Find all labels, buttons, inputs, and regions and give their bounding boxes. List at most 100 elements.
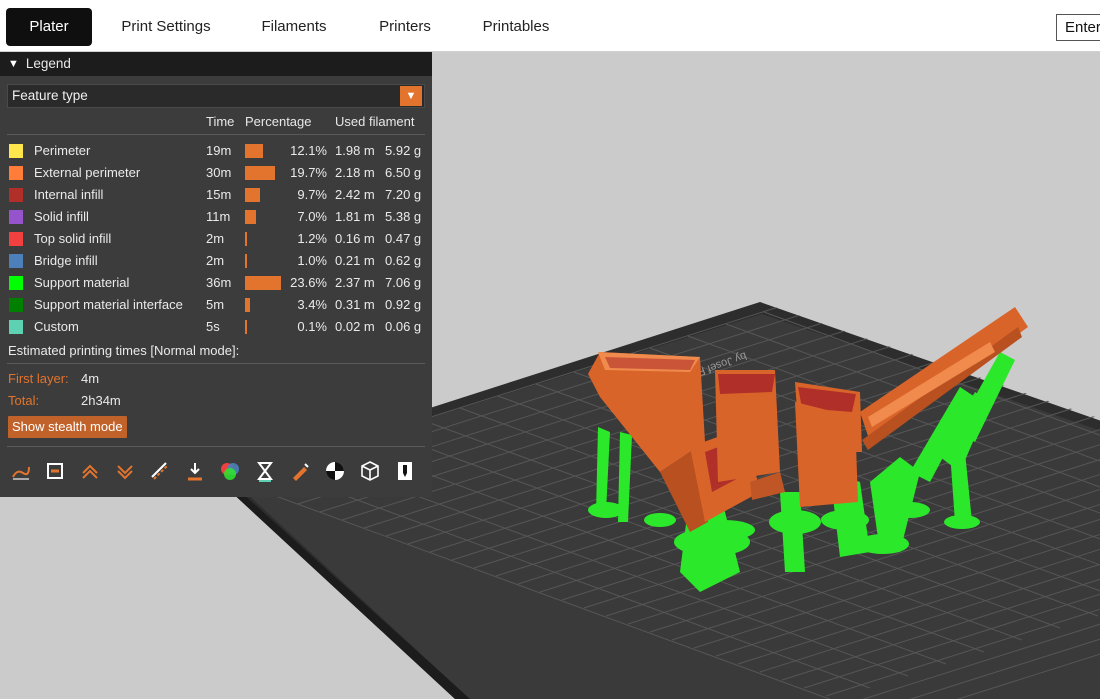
feature-percentage: 1.0%	[297, 253, 327, 268]
total-value: 2h34m	[81, 393, 121, 408]
mode-select[interactable]: Enter	[1056, 14, 1100, 41]
feature-percentage-bar	[245, 276, 281, 290]
legend-row[interactable]: Support material 36m 23.6% 2.37 m 7.06 g	[0, 272, 432, 294]
options-toolbar	[7, 457, 425, 487]
feature-name: Perimeter	[34, 143, 91, 158]
feature-length: 0.31 m	[335, 297, 375, 312]
tab-printers[interactable]: Printers	[366, 8, 444, 46]
feature-color-swatch	[9, 254, 23, 268]
feature-percentage: 23.6%	[290, 275, 327, 290]
center-of-gravity-icon[interactable]	[321, 457, 349, 485]
legend-row[interactable]: Custom 5s 0.1% 0.02 m 0.06 g	[0, 316, 432, 338]
used-filament-column-header: Used filament	[335, 114, 415, 129]
tab-printables[interactable]: Printables	[470, 8, 562, 46]
view-type-select[interactable]: Feature type ▼	[7, 84, 425, 108]
first-layer-label: First layer:	[8, 371, 69, 386]
feature-color-swatch	[9, 144, 23, 158]
feature-percentage-bar	[245, 232, 247, 246]
feature-percentage: 1.2%	[297, 231, 327, 246]
feature-name: Support material	[34, 275, 130, 290]
feature-percentage: 0.1%	[297, 319, 327, 334]
feature-name: Top solid infill	[34, 231, 112, 246]
feature-color-swatch	[9, 232, 23, 246]
legend-panel: ▼ Legend Feature type ▼ Time Percentage …	[0, 52, 432, 497]
feature-time: 5m	[206, 297, 225, 312]
feature-time: 15m	[206, 187, 232, 202]
feature-time: 2m	[206, 253, 225, 268]
percentage-column-header: Percentage	[245, 114, 312, 129]
feature-color-swatch	[9, 166, 23, 180]
feature-weight: 0.62 g	[385, 253, 422, 268]
feature-weight: 7.20 g	[385, 187, 422, 202]
first-layer-value: 4m	[81, 371, 100, 386]
feature-weight: 0.92 g	[385, 297, 422, 312]
feature-percentage-bar	[245, 298, 250, 312]
feature-length: 0.02 m	[335, 319, 375, 334]
feature-color-swatch	[9, 210, 23, 224]
pause-prints-icon[interactable]	[251, 457, 279, 485]
legend-row[interactable]: External perimeter 30m 19.7% 2.18 m 6.50 g	[0, 162, 432, 184]
feature-color-swatch	[9, 276, 23, 290]
chevron-down-icon[interactable]: ▼	[400, 86, 422, 106]
color-changes-icon[interactable]	[216, 457, 244, 485]
feature-color-swatch	[9, 320, 23, 334]
feature-percentage-bar	[245, 166, 275, 180]
feature-time: 36m	[206, 275, 232, 290]
custom-gcodes-icon[interactable]	[286, 457, 314, 485]
legend-row[interactable]: Support material interface 5m 3.4% 0.31 m 0.…	[0, 294, 432, 316]
travel-icon[interactable]	[7, 457, 35, 485]
legend-header[interactable]: ▼ Legend	[0, 52, 432, 76]
tab-print-settings[interactable]: Print Settings	[108, 8, 224, 46]
feature-length: 1.81 m	[335, 209, 375, 224]
feature-percentage-bar	[245, 254, 247, 268]
legend-row[interactable]: Top solid infill 2m 1.2% 0.16 m 0.47 g	[0, 228, 432, 250]
feature-time: 2m	[206, 231, 225, 246]
feature-weight: 5.92 g	[385, 143, 422, 158]
header-divider	[7, 134, 425, 135]
feature-length: 1.98 m	[335, 143, 375, 158]
shells-icon[interactable]	[356, 457, 384, 485]
feature-percentage: 7.0%	[297, 209, 327, 224]
feature-length: 2.42 m	[335, 187, 375, 202]
estimate-divider	[7, 363, 425, 364]
total-row: Total: 2h34m	[8, 393, 121, 408]
tool-marker-icon[interactable]	[391, 457, 419, 485]
total-label: Total:	[8, 393, 40, 408]
feature-percentage: 9.7%	[297, 187, 327, 202]
legend-row[interactable]: Bridge infill 2m 1.0% 0.21 m 0.62 g	[0, 250, 432, 272]
feature-name: Internal infill	[34, 187, 104, 202]
feature-weight: 6.50 g	[385, 165, 422, 180]
feature-length: 0.16 m	[335, 231, 375, 246]
feature-name: Bridge infill	[34, 253, 98, 268]
tool-changes-icon[interactable]	[181, 457, 209, 485]
feature-percentage-bar	[245, 144, 263, 158]
legend-row[interactable]: Solid infill 11m 7.0% 1.81 m 5.38 g	[0, 206, 432, 228]
feature-name: Custom	[34, 319, 79, 334]
feature-percentage: 19.7%	[290, 165, 327, 180]
feature-percentage-bar	[245, 188, 260, 202]
feature-weight: 0.06 g	[385, 319, 422, 334]
estimated-times-title: Estimated printing times [Normal mode]:	[8, 343, 240, 358]
wipe-icon[interactable]	[41, 457, 69, 485]
feature-name: Support material interface	[34, 297, 183, 312]
collapse-triangle-icon[interactable]: ▼	[8, 52, 19, 76]
feature-length: 2.18 m	[335, 165, 375, 180]
feature-time: 19m	[206, 143, 232, 158]
feature-weight: 5.38 g	[385, 209, 422, 224]
top-tab-bar: Plater Print Settings Filaments Printers…	[0, 0, 1100, 52]
grid-line	[1067, 302, 1100, 437]
seams-icon[interactable]	[146, 457, 174, 485]
legend-row[interactable]: Internal infill 15m 9.7% 2.42 m 7.20 g	[0, 184, 432, 206]
tab-filaments[interactable]: Filaments	[248, 8, 340, 46]
legend-row[interactable]: Perimeter 19m 12.1% 1.98 m 5.92 g	[0, 140, 432, 162]
feature-time: 11m	[206, 209, 231, 224]
deretractions-icon[interactable]	[111, 457, 139, 485]
retractions-icon[interactable]	[76, 457, 104, 485]
show-stealth-mode-button[interactable]: Show stealth mode	[8, 416, 127, 438]
time-column-header: Time	[206, 114, 235, 129]
tab-plater[interactable]: Plater	[6, 8, 92, 46]
feature-percentage: 3.4%	[297, 297, 327, 312]
toolbar-divider	[7, 446, 425, 447]
feature-percentage-bar	[245, 210, 256, 224]
feature-color-swatch	[9, 188, 23, 202]
